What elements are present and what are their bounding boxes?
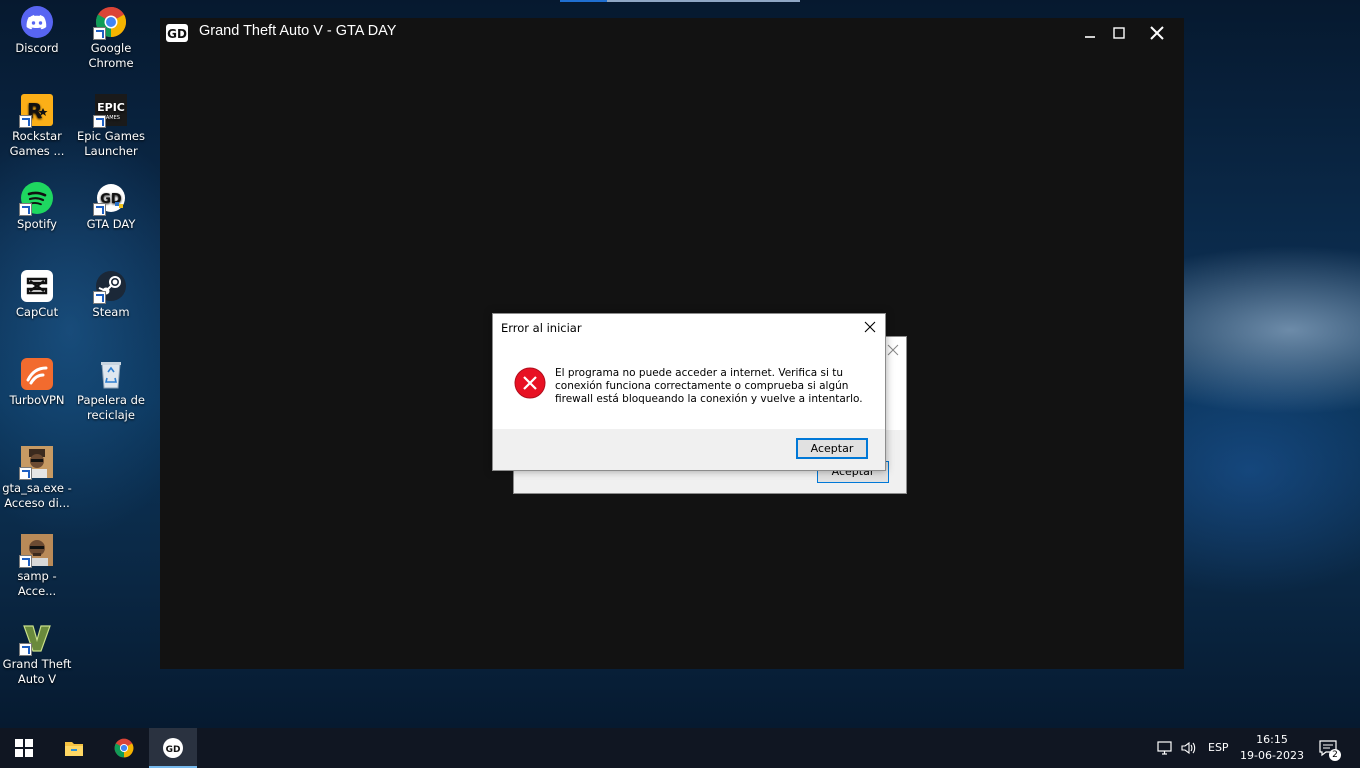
gta-sa-character-icon (19, 446, 53, 480)
icon-label: samp - (17, 569, 57, 583)
dialog-title: Error al iniciar (501, 321, 582, 335)
desktop-icon-capcut[interactable]: CapCut (0, 270, 74, 320)
icon-label: reciclaje (87, 408, 135, 422)
icon-label: CapCut (15, 305, 59, 319)
accept-button[interactable]: Aceptar (796, 438, 868, 459)
top-progress-strip-fill (560, 0, 607, 2)
desktop-icon-discord[interactable]: Discord (0, 6, 74, 56)
shortcut-arrow-icon (19, 555, 32, 568)
desktop-icon-rockstar[interactable]: R Rockstar Games ... (0, 94, 74, 159)
start-button[interactable] (0, 728, 48, 768)
notification-count-badge: 2 (1329, 749, 1341, 761)
capcut-icon (21, 270, 53, 302)
minimize-button[interactable] (1079, 22, 1101, 44)
volume-icon[interactable] (1180, 739, 1198, 779)
maximize-button[interactable] (1108, 22, 1130, 44)
gta-day-logo-icon: GD (93, 182, 127, 216)
icon-label: Steam (92, 305, 130, 319)
close-icon[interactable] (863, 320, 877, 334)
taskbar: GD ESP 16:15 19-06-2023 2 (0, 728, 1360, 768)
rockstar-games-icon: R (19, 94, 53, 128)
turbovpn-icon (21, 358, 53, 390)
icon-label: Chrome (88, 56, 134, 70)
close-window-button[interactable] (1146, 22, 1168, 44)
close-icon[interactable] (886, 343, 900, 357)
icon-label: Papelera de (77, 393, 145, 407)
window-title: Grand Theft Auto V - GTA DAY (199, 23, 397, 39)
shortcut-arrow-icon (93, 27, 106, 40)
icon-label: Epic Games (77, 129, 145, 143)
clock-date: 19-06-2023 (1240, 749, 1304, 762)
desktop-icon-gta-day[interactable]: GD GTA DAY (74, 182, 148, 232)
desktop-icon-samp[interactable]: samp - Acce... (0, 534, 74, 599)
desktop-icon-gta-sa[interactable]: gta_sa.exe - Acceso di... (0, 446, 74, 511)
icon-label: Launcher (84, 144, 138, 158)
taskbar-logo-text: GD (166, 745, 181, 755)
discord-icon (21, 6, 53, 38)
input-language[interactable]: ESP (1208, 741, 1229, 781)
icon-label: Rockstar (12, 129, 62, 143)
error-icon (514, 367, 546, 399)
taskbar-chrome[interactable] (100, 728, 148, 768)
desktop-icon-steam[interactable]: Steam (74, 270, 148, 320)
icon-label: TurboVPN (9, 393, 65, 407)
icon-label: Discord (15, 41, 59, 55)
shortcut-arrow-icon (93, 115, 106, 128)
shortcut-arrow-icon (19, 203, 32, 216)
icon-label: gta_sa.exe - (2, 481, 72, 495)
desktop-icon-gta-v[interactable]: Grand Theft Auto V (0, 622, 74, 687)
shortcut-arrow-icon (93, 203, 106, 216)
windows-start-icon (15, 739, 33, 757)
gta-day-logo-icon: GD (166, 24, 188, 42)
spotify-icon (19, 182, 53, 216)
gta-day-logo-icon: GD (163, 738, 183, 758)
icon-label: Acce... (17, 584, 57, 598)
icon-label: GTA DAY (86, 217, 136, 231)
gta-v-logo-icon (19, 622, 53, 656)
icon-label: Acceso di... (4, 496, 70, 510)
recycle-bin-icon (95, 358, 127, 390)
icon-label: Google (90, 41, 132, 55)
notification-center-button[interactable]: 2 (1318, 738, 1341, 761)
shortcut-arrow-icon (19, 643, 32, 656)
desktop-icon-recycle-bin[interactable]: Papelera de reciclaje (74, 358, 148, 423)
steam-icon (93, 270, 127, 304)
shortcut-arrow-icon (19, 115, 32, 128)
samp-character-icon (19, 534, 53, 568)
epic-games-icon: EPIC GAMES (93, 94, 127, 128)
clock[interactable]: 16:15 19-06-2023 (1236, 732, 1308, 772)
taskbar-file-explorer[interactable] (50, 728, 98, 768)
shortcut-arrow-icon (93, 291, 106, 304)
icon-label: Spotify (17, 217, 57, 231)
error-dialog[interactable]: Error al iniciar El programa no puede ac… (492, 313, 886, 471)
icon-label: Auto V (17, 672, 57, 686)
network-icon[interactable] (1156, 739, 1174, 779)
shortcut-arrow-icon (19, 467, 32, 480)
window-logo-text: GD (167, 27, 187, 41)
icon-label: Grand Theft (2, 657, 72, 671)
chrome-icon (114, 738, 134, 758)
desktop-icon-epic-games[interactable]: EPIC GAMES Epic Games Launcher (74, 94, 148, 159)
chrome-icon (93, 6, 127, 40)
clock-time: 16:15 (1256, 733, 1288, 746)
folder-icon (65, 742, 83, 756)
desktop-icon-chrome[interactable]: Google Chrome (74, 6, 148, 71)
epic-logo-text: EPIC (97, 101, 125, 114)
taskbar-gta-day[interactable]: GD (149, 728, 197, 768)
top-progress-strip (560, 0, 800, 2)
window-titlebar[interactable]: GD Grand Theft Auto V - GTA DAY (160, 18, 1184, 48)
desktop-icon-spotify[interactable]: Spotify (0, 182, 74, 232)
error-message: El programa no puede acceder a internet.… (555, 367, 863, 405)
desktop-icon-turbovpn[interactable]: TurboVPN (0, 358, 74, 408)
icon-label: Games ... (9, 144, 65, 158)
